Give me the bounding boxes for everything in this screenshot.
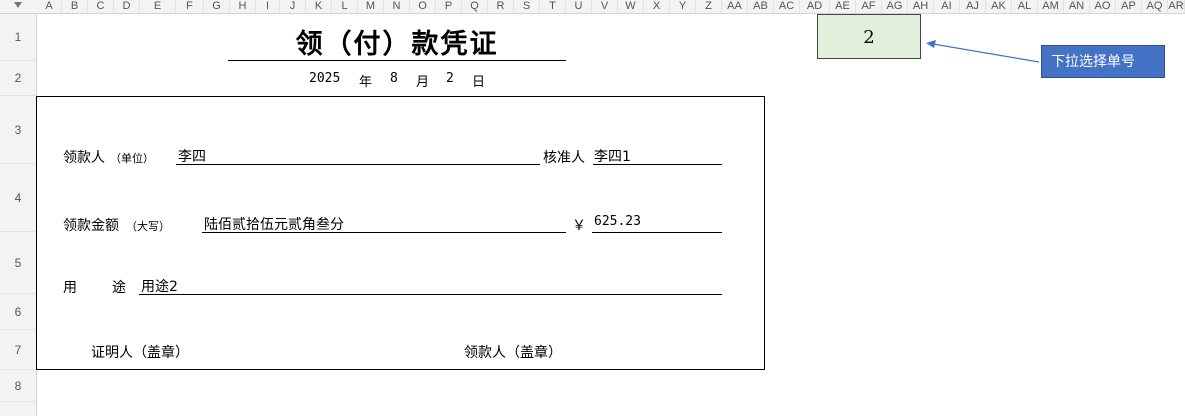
payee-field[interactable]: 李四 — [176, 146, 540, 165]
amount-words-value: 陆佰贰拾伍元贰角叁分 — [204, 217, 344, 233]
amount-number-field[interactable]: 625.23 — [592, 214, 722, 233]
callout-note[interactable]: 下拉选择单号 — [1041, 45, 1165, 78]
receiver-seal-label: 领款人（盖章） — [464, 345, 562, 361]
amount-hint: （大写） — [126, 220, 170, 233]
payee-value: 李四 — [178, 149, 206, 165]
purpose-value: 用途2 — [141, 279, 178, 295]
currency-symbol: ￥ — [572, 218, 586, 234]
purpose-label-1: 用 — [63, 280, 77, 296]
amount-number-value: 625.23 — [594, 214, 641, 229]
payee-hint: （单位） — [110, 152, 154, 165]
witness-seal-label: 证明人（盖章） — [91, 345, 189, 361]
payee-label: 领款人 — [63, 150, 105, 166]
amount-words-field[interactable]: 陆佰贰拾伍元贰角叁分 — [202, 214, 566, 233]
amount-label: 领款金额 — [63, 218, 119, 234]
purpose-label-2: 途 — [112, 280, 126, 296]
purpose-field[interactable]: 用途2 — [139, 276, 722, 295]
approver-label: 核准人 — [543, 150, 585, 166]
approver-value: 李四1 — [594, 149, 631, 165]
approver-field[interactable]: 李四1 — [593, 146, 722, 165]
